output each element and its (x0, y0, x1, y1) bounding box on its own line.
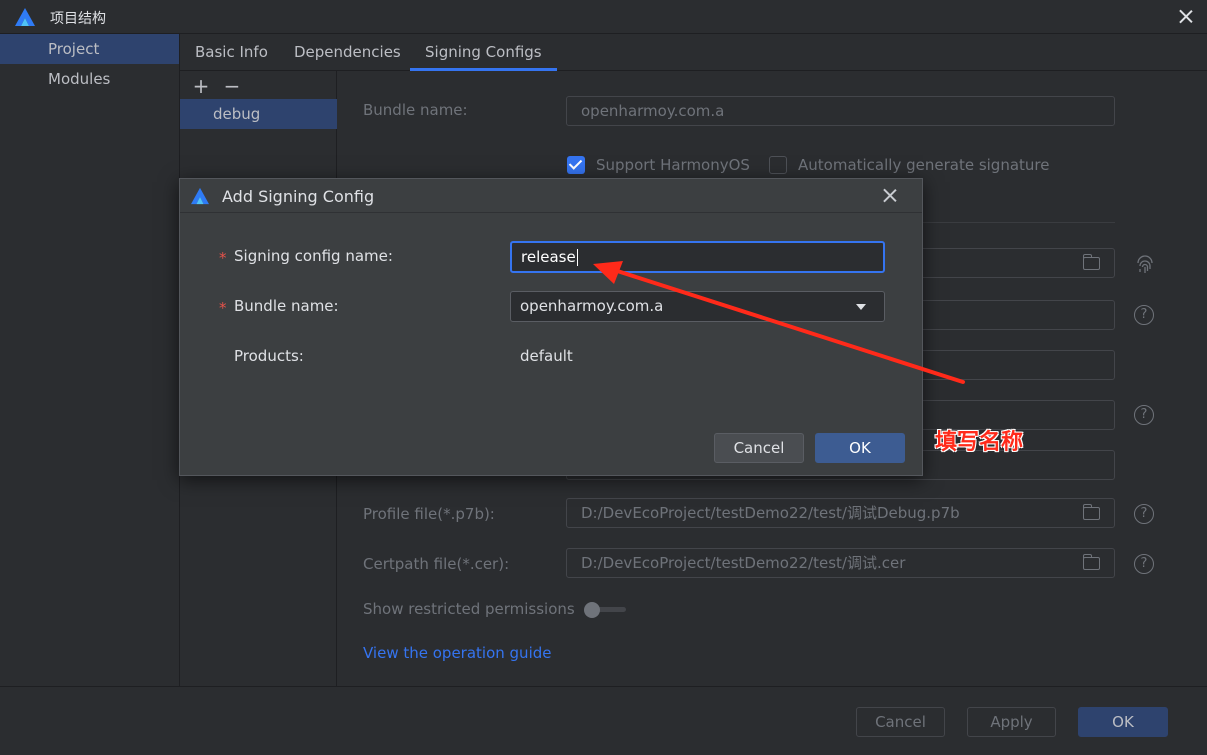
dialog-cancel-button[interactable]: Cancel (714, 433, 804, 463)
folder-icon[interactable] (1083, 554, 1100, 570)
dialog-title: Add Signing Config (222, 187, 375, 206)
footer: Cancel Apply OK (0, 686, 1207, 755)
restricted-permissions-toggle[interactable] (582, 602, 626, 618)
bundle-name-label: Bundle name: (234, 297, 339, 315)
add-signing-config-dialog: Add Signing Config * Signing config name… (179, 178, 923, 476)
divider (920, 222, 1115, 223)
remove-config-icon[interactable]: − (223, 76, 241, 96)
products-label: Products: (234, 347, 304, 365)
window-close-icon[interactable] (1175, 6, 1197, 28)
ok-button[interactable]: OK (1078, 707, 1168, 737)
sidebar-item-project[interactable]: Project (0, 34, 179, 64)
window-titlebar: 项目结构 (0, 0, 1207, 34)
text-caret (576, 249, 578, 266)
config-name-label: Signing config name: (234, 247, 393, 265)
operation-guide-link[interactable]: View the operation guide (363, 644, 551, 662)
profile-file-field[interactable]: D:/DevEcoProject/testDemo22/test/调试Debug… (566, 498, 1115, 528)
support-harmonyos-checkbox[interactable] (567, 156, 585, 174)
certpath-file-label: Certpath file(*.cer): (363, 555, 510, 573)
products-value: default (520, 347, 573, 365)
auto-signature-checkbox[interactable] (769, 156, 787, 174)
deveco-logo-icon (191, 187, 209, 205)
bundle-name-select[interactable]: openharmoy.com.a (510, 291, 885, 322)
toggle-knob (584, 602, 600, 618)
config-name-value: release (521, 248, 576, 266)
deveco-logo-icon (15, 8, 35, 26)
tab-signing-configs[interactable]: Signing Configs (410, 34, 557, 71)
auto-signature-label: Automatically generate signature (798, 156, 1050, 174)
support-harmonyos-label: Support HarmonyOS (596, 156, 750, 174)
bundle-name-field[interactable]: openharmoy.com.a (566, 96, 1115, 126)
help-icon[interactable]: ? (1134, 305, 1154, 325)
folder-icon[interactable] (1083, 254, 1100, 270)
dialog-close-icon[interactable] (880, 186, 900, 206)
tab-basic-info[interactable]: Basic Info (195, 34, 268, 71)
cancel-button[interactable]: Cancel (856, 707, 945, 737)
help-icon[interactable]: ? (1134, 504, 1154, 524)
certpath-file-value: D:/DevEcoProject/testDemo22/test/调试.cer (581, 554, 906, 572)
fingerprint-icon[interactable] (1134, 254, 1156, 276)
chevron-down-icon (856, 304, 866, 310)
restricted-permissions-label: Show restricted permissions (363, 600, 575, 618)
bundle-name-value: openharmoy.com.a (520, 297, 664, 315)
bundle-name-label: Bundle name: (363, 101, 468, 119)
annotation-label: 填写名称 (935, 430, 1024, 455)
help-icon[interactable]: ? (1134, 405, 1154, 425)
apply-button[interactable]: Apply (967, 707, 1056, 737)
tab-dependencies[interactable]: Dependencies (294, 34, 401, 71)
required-mark: * (219, 299, 227, 317)
help-icon[interactable]: ? (1134, 554, 1154, 574)
add-config-icon[interactable]: + (192, 76, 210, 96)
dialog-ok-button[interactable]: OK (815, 433, 905, 463)
sidebar-item-modules[interactable]: Modules (0, 64, 179, 94)
window-title: 项目结构 (50, 11, 106, 27)
profile-file-value: D:/DevEcoProject/testDemo22/test/调试Debug… (581, 504, 960, 522)
certpath-file-field[interactable]: D:/DevEcoProject/testDemo22/test/调试.cer (566, 548, 1115, 578)
required-mark: * (219, 249, 227, 267)
folder-icon[interactable] (1083, 504, 1100, 520)
list-item-debug[interactable]: debug (180, 99, 337, 129)
sidebar: Project Modules (0, 34, 180, 686)
dialog-header: Add Signing Config (180, 179, 922, 213)
tab-bar: Basic Info Dependencies Signing Configs (180, 34, 1207, 71)
profile-file-label: Profile file(*.p7b): (363, 505, 495, 523)
config-name-input[interactable]: release (510, 241, 885, 273)
